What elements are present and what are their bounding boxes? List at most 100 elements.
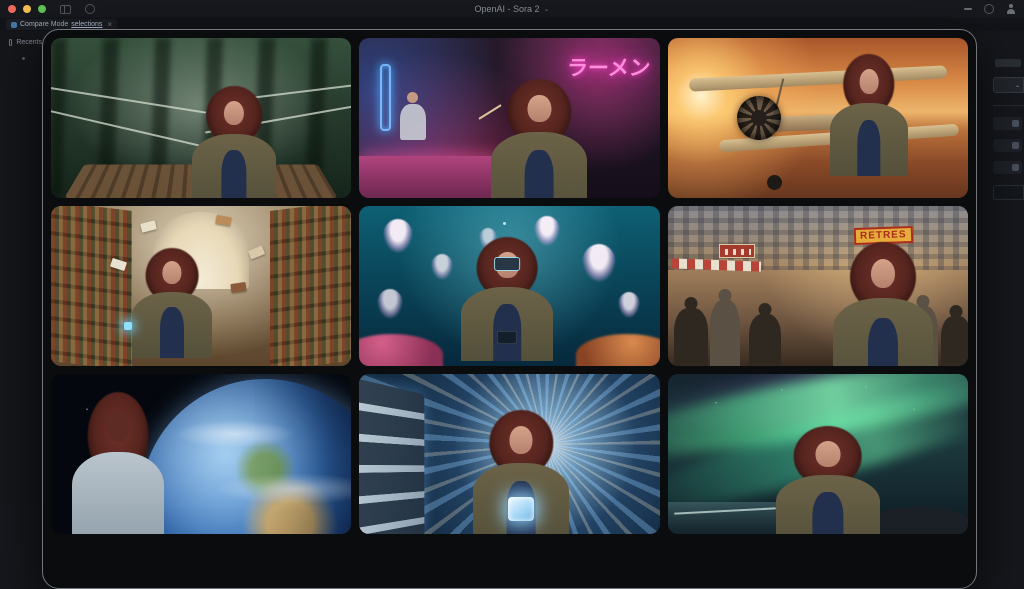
folder-icon	[9, 39, 12, 46]
face	[815, 441, 840, 467]
right-panel-label	[995, 59, 1021, 67]
face	[871, 259, 895, 288]
window-titlebar: OpenAI - Sora 2 ⌄	[0, 0, 1024, 18]
gallery-tile-aurora-night[interactable]	[668, 374, 968, 534]
window-title-text: OpenAI - Sora 2	[475, 4, 540, 14]
glowing-wrist-device	[124, 322, 132, 330]
crowd-person	[674, 308, 708, 366]
bubble	[503, 222, 506, 225]
floating-book	[140, 220, 157, 232]
radial-engine	[737, 96, 781, 140]
pale-coat	[72, 452, 164, 534]
option-icon	[1012, 164, 1019, 171]
chef-figure	[398, 92, 428, 140]
jellyfish	[431, 254, 453, 280]
face	[528, 95, 551, 123]
right-panel-row[interactable]	[993, 117, 1022, 130]
notification-dot	[22, 57, 25, 60]
option-icon	[1012, 142, 1019, 149]
bookshelf	[270, 206, 351, 366]
gallery-tile-earth-space[interactable]	[51, 374, 351, 534]
close-window-button[interactable]	[8, 5, 16, 13]
gallery-tile-hyperspeed-train[interactable]	[359, 374, 659, 534]
minimize-window-button[interactable]	[23, 5, 31, 13]
train-carriage	[359, 377, 424, 534]
neon-tube-icon	[380, 64, 391, 131]
jellyfish	[618, 292, 640, 318]
traffic-lights	[8, 5, 46, 13]
woman-figure	[473, 410, 569, 534]
woman-figure	[830, 54, 908, 176]
right-panel-input[interactable]	[993, 185, 1024, 200]
jellyfish	[582, 244, 616, 282]
right-panel-dropdown[interactable]: ⌄	[993, 77, 1024, 93]
gallery-tile-biplane-sunset[interactable]	[668, 38, 968, 198]
bridge-cable	[51, 86, 206, 113]
landing-wheel	[767, 175, 782, 190]
woman-figure	[833, 242, 933, 366]
divider	[993, 105, 1024, 106]
sweater	[160, 307, 184, 358]
gallery-tile-jungle-bridge[interactable]	[51, 38, 351, 198]
floating-book	[248, 245, 265, 259]
gallery-tile-street-market[interactable]: RETRES	[668, 206, 968, 366]
face	[107, 410, 129, 442]
market-sign-red	[719, 244, 755, 258]
tab-label-link[interactable]: selections	[71, 21, 102, 28]
account-avatar-icon[interactable]	[1006, 4, 1016, 14]
face	[859, 69, 878, 95]
woman-figure	[132, 248, 212, 358]
sweater	[857, 120, 880, 176]
sidebar-item-label: Recents	[16, 39, 42, 46]
dive-mask	[495, 257, 521, 271]
gallery-tile-library-books[interactable]	[51, 206, 351, 366]
sweater	[812, 492, 843, 534]
jellyfish	[377, 289, 403, 319]
right-panel-fragment: ⌄	[993, 55, 1024, 503]
window-title: OpenAI - Sora 2 ⌄	[0, 0, 1024, 18]
clock-icon[interactable]	[984, 4, 994, 14]
image-grid: ラーメン	[51, 38, 968, 534]
right-panel-row[interactable]	[993, 161, 1022, 174]
sidebar-item-recents[interactable]: Recents	[0, 31, 42, 46]
floating-book	[231, 282, 247, 293]
tab-favicon-icon	[11, 22, 17, 28]
minimize-icon[interactable]	[964, 8, 972, 10]
woman-figure-back-view	[72, 392, 164, 534]
tab-close-icon[interactable]: ×	[107, 20, 112, 29]
ramen-counter	[359, 156, 497, 198]
jellyfish	[383, 219, 413, 253]
woman-figure	[192, 86, 276, 198]
gallery-frame: ラーメン	[42, 29, 977, 589]
history-icon[interactable]	[85, 4, 95, 14]
floating-book	[216, 214, 232, 225]
chevron-down-icon: ⌄	[1015, 82, 1020, 89]
coral	[576, 334, 660, 366]
woman-figure	[776, 426, 880, 534]
zoom-window-button[interactable]	[38, 5, 46, 13]
chopsticks	[479, 104, 502, 119]
woman-figure	[461, 237, 553, 361]
sweater	[868, 318, 898, 366]
chevron-down-icon[interactable]: ⌄	[544, 5, 550, 13]
biplane-upper-wing	[689, 65, 948, 91]
bookshelf	[51, 206, 132, 366]
option-icon	[1012, 120, 1019, 127]
sidebar-toggle-icon[interactable]	[60, 5, 71, 14]
glowing-cube	[508, 497, 534, 521]
coral	[359, 334, 443, 366]
right-panel-row[interactable]	[993, 139, 1022, 152]
sweater	[222, 150, 247, 198]
gallery-tile-underwater-jellyfish[interactable]	[359, 206, 659, 366]
face	[162, 261, 181, 284]
left-sidebar: Recents	[0, 31, 42, 503]
crowd-person	[710, 300, 740, 366]
tab-label: Compare Mode	[20, 21, 68, 28]
planet-earth	[140, 379, 351, 534]
sweater	[525, 150, 554, 198]
crowd-person	[749, 314, 781, 366]
face	[510, 426, 533, 454]
gallery-tile-ramen-bar[interactable]: ラーメン	[359, 38, 659, 198]
face	[224, 101, 244, 126]
camera	[497, 331, 517, 344]
